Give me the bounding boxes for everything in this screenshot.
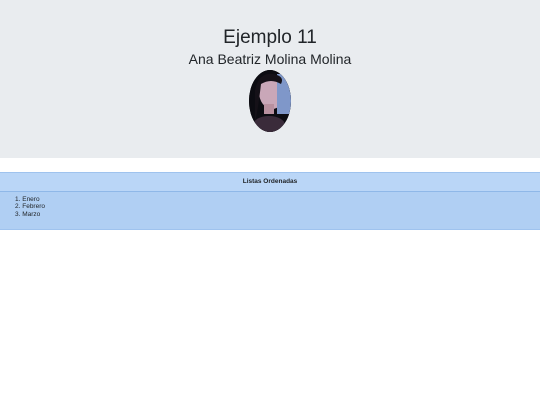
ordered-list-card: Listas Ordenadas 1. Enero 2. Febrero 3. … [0, 172, 540, 230]
avatar-portrait-icon [249, 70, 291, 132]
page-header: Ejemplo 11 Ana Beatriz Molina Molina [0, 0, 540, 158]
author-name: Ana Beatriz Molina Molina [188, 51, 352, 67]
list-item: 1. Enero [15, 196, 40, 203]
list-item: 3. Marzo [15, 210, 41, 218]
page-title: Ejemplo 11 [223, 27, 317, 48]
list-item: 2. Febrero [15, 203, 45, 211]
card-heading: Listas Ordenadas [0, 173, 540, 192]
avatar-photo [249, 70, 291, 132]
card-body: 1. Enero 2. Febrero 3. Marzo [0, 192, 540, 218]
ordered-list: 1. Enero 2. Febrero 3. Marzo [15, 196, 540, 218]
